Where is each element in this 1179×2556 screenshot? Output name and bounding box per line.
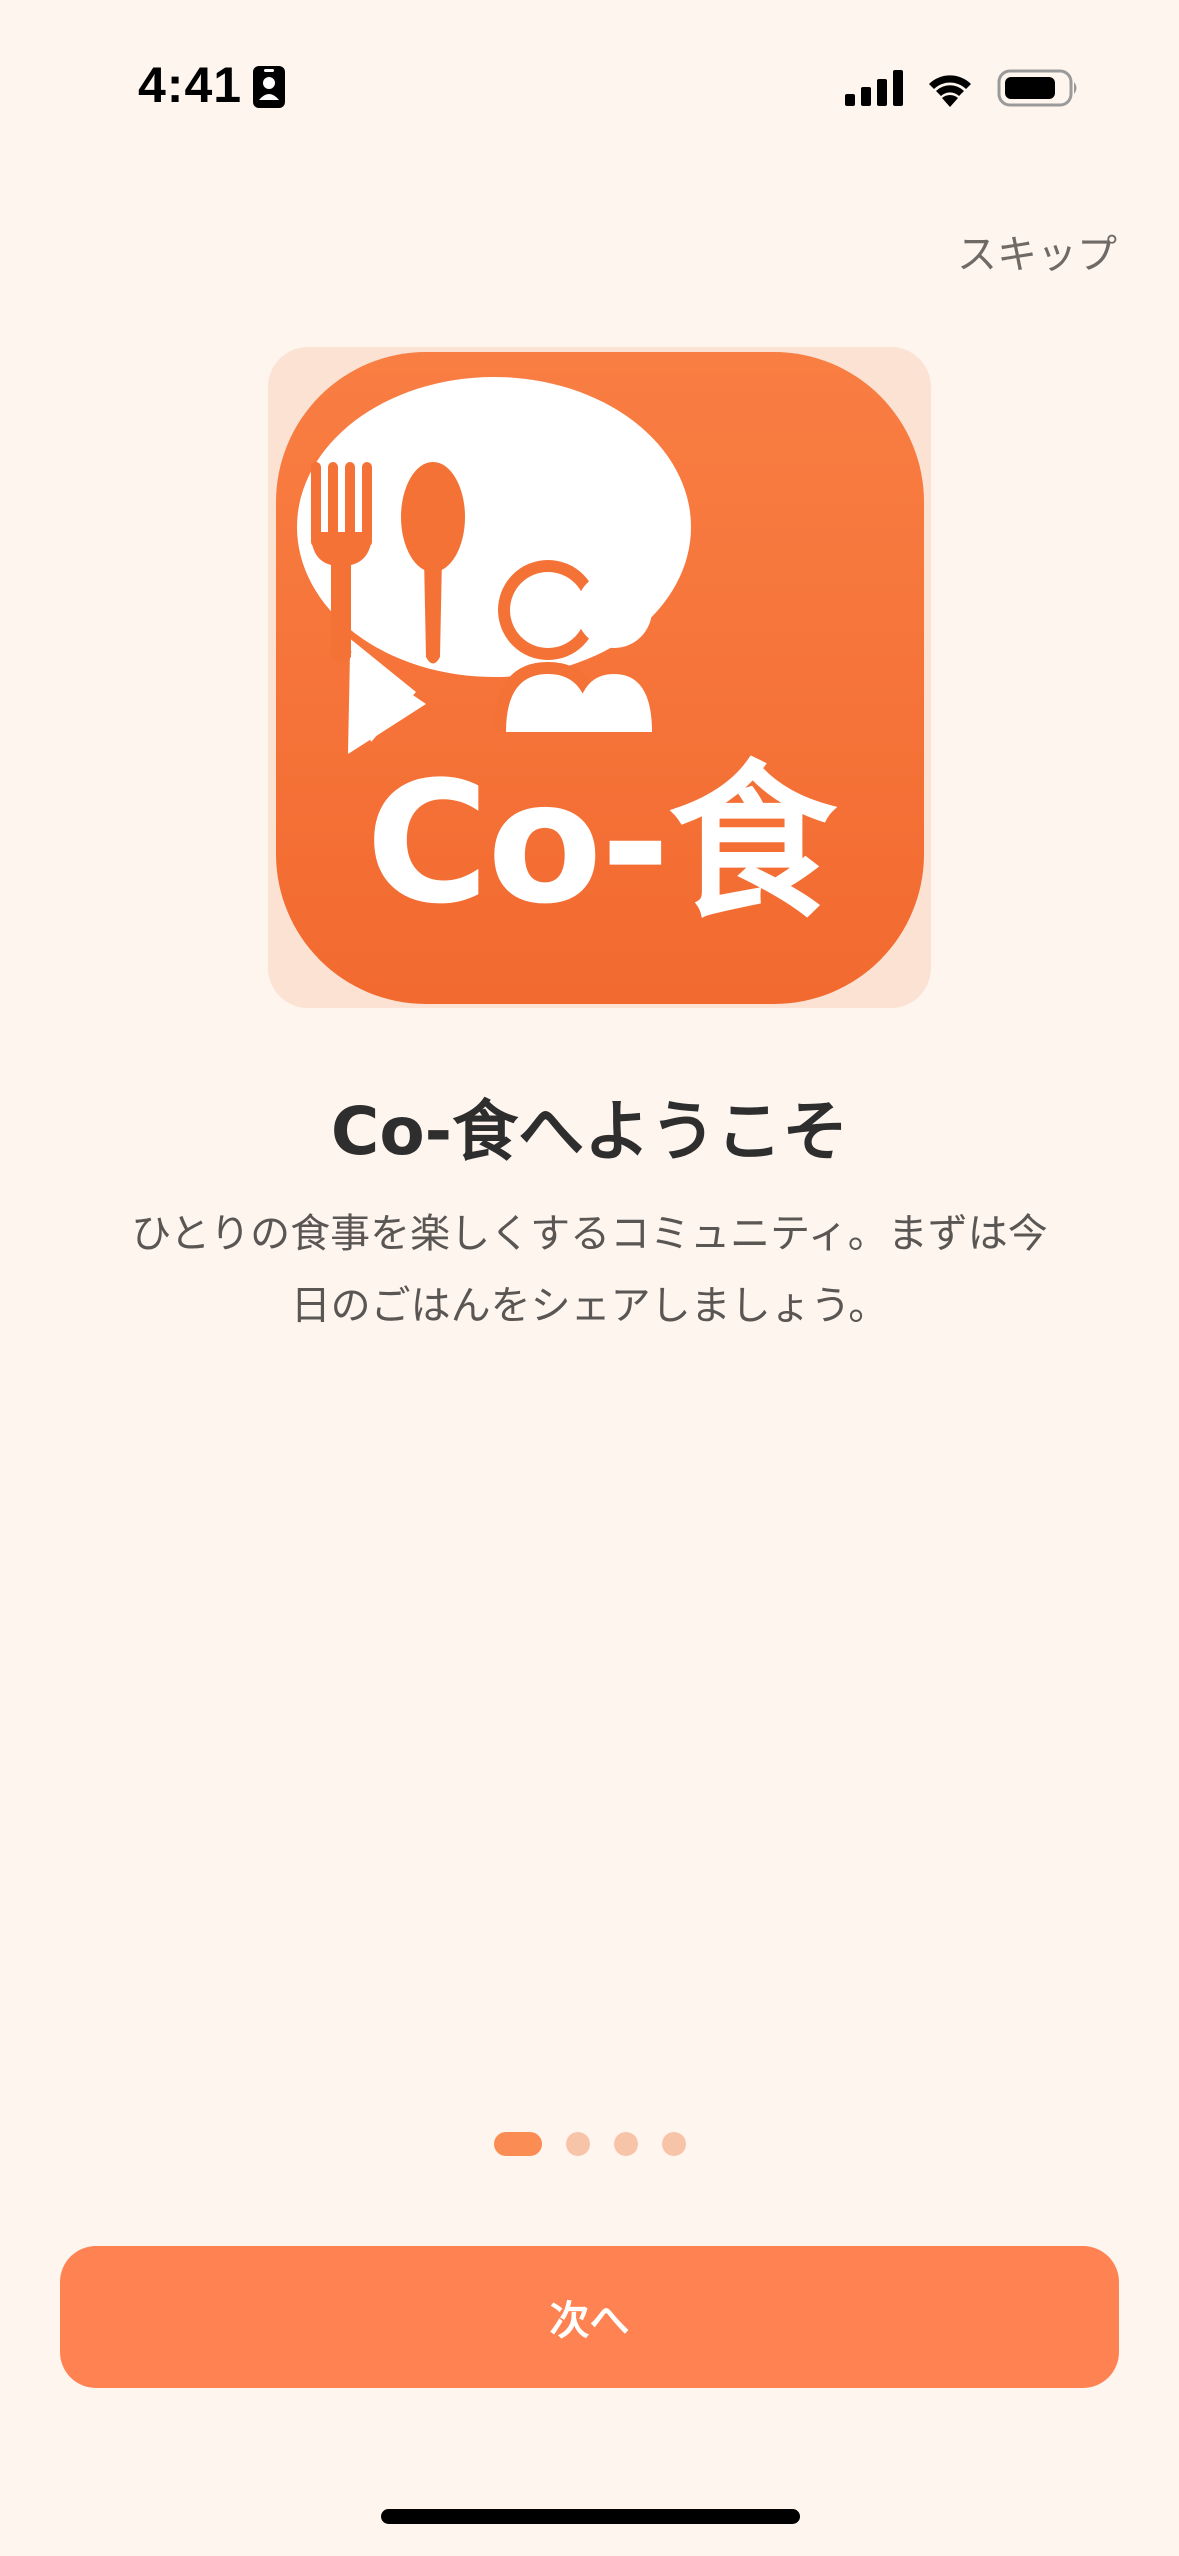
skip-button[interactable]: スキップ (957, 222, 1117, 280)
page-dot-active (494, 2132, 542, 2156)
status-bar: 4:41 (0, 0, 1179, 160)
onboarding-screen: 4:41 スキップ Co-食 Co-食へようこそ ひとりの食事を楽しくするコミュ… (0, 0, 1179, 2556)
page-indicator (494, 2131, 686, 2157)
app-wordmark: Co-食 (365, 745, 836, 941)
wifi-icon (929, 75, 971, 107)
page-dot (614, 2132, 638, 2156)
people-icon (494, 560, 652, 732)
status-time: 4:41 (138, 57, 243, 113)
welcome-description: ひとりの食事を楽しくするコミュニティ。まずは今日のごはんをシェアしましょう。 (131, 1211, 1048, 1329)
home-indicator[interactable] (381, 2509, 800, 2524)
id-card-icon (253, 66, 285, 108)
page-dot (566, 2132, 590, 2156)
next-button[interactable]: 次へ (60, 2246, 1119, 2388)
cellular-signal-icon (845, 70, 903, 106)
battery-icon (997, 69, 1077, 107)
status-icons (845, 66, 1079, 110)
page-title: Co-食へようこそ (330, 1093, 849, 1170)
app-icon: Co-食 (276, 352, 924, 1004)
page-dot (662, 2132, 686, 2156)
